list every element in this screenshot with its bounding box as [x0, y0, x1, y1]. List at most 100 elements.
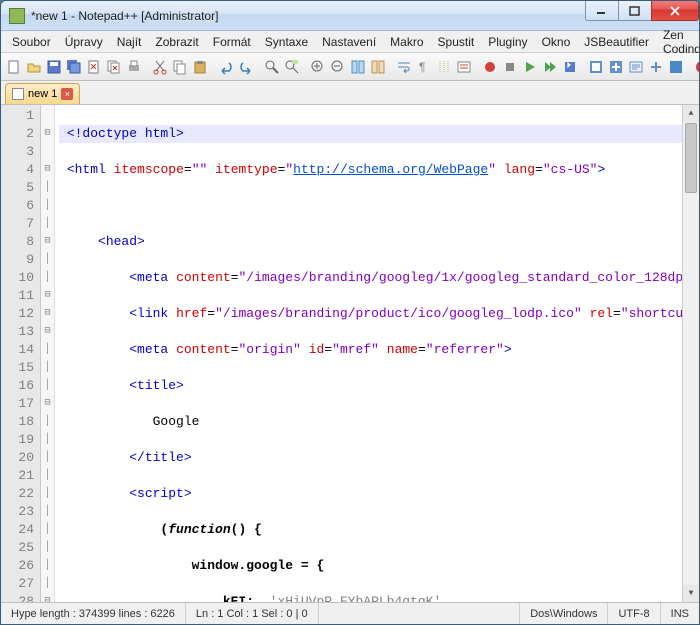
fold-gutter: ⊟ ⊟│││ ⊟││ ⊟ ⊟ ⊟│││ ⊟││││││││││ ⊟││: [41, 105, 55, 602]
lang-icon[interactable]: [455, 56, 473, 78]
tabbar: new 1 ×: [1, 81, 699, 105]
file-tab[interactable]: new 1 ×: [5, 83, 80, 104]
lineno: 16: [1, 377, 34, 395]
lineno: 15: [1, 359, 34, 377]
replace-icon[interactable]: [283, 56, 301, 78]
lineno: 4: [1, 161, 34, 179]
zoom-out-icon[interactable]: [329, 56, 347, 78]
close-button[interactable]: [651, 1, 699, 21]
save-all-icon[interactable]: [65, 56, 83, 78]
menu-pluginy[interactable]: Pluginy: [481, 33, 534, 51]
indent-guide-icon[interactable]: [435, 56, 453, 78]
lineno: 28: [1, 593, 34, 602]
close-all-icon[interactable]: [105, 56, 123, 78]
fold-box-icon[interactable]: ⊟: [41, 323, 54, 341]
paste-icon[interactable]: [191, 56, 209, 78]
close-file-icon[interactable]: [85, 56, 103, 78]
scrollbar-thumb[interactable]: [685, 123, 697, 193]
macro-save-icon[interactable]: [561, 56, 579, 78]
fold-box-icon[interactable]: ⊟: [41, 161, 54, 179]
new-file-icon[interactable]: [5, 56, 23, 78]
scroll-up-icon[interactable]: ▲: [683, 105, 699, 122]
menu-nastaveni[interactable]: Nastavení: [315, 33, 383, 51]
vertical-scrollbar[interactable]: ▲ ▼: [682, 105, 699, 602]
menu-soubor[interactable]: Soubor: [5, 33, 58, 51]
lineno: 14: [1, 341, 34, 359]
status-eol[interactable]: Dos\Windows: [520, 603, 608, 624]
line-number-gutter: 1 2 3 4 5 6 7 8 9 10 11 12 13 14 15 16 1…: [1, 105, 41, 602]
lineno: 22: [1, 485, 34, 503]
lineno: 9: [1, 251, 34, 269]
menu-format[interactable]: Formát: [206, 33, 258, 51]
fold-box-icon[interactable]: ⊟: [41, 125, 54, 143]
status-spacer: [319, 603, 521, 624]
fold-box-icon[interactable]: ⊟: [41, 287, 54, 305]
lineno: 19: [1, 431, 34, 449]
code-editor[interactable]: 1 2 3 4 5 6 7 8 9 10 11 12 13 14 15 16 1…: [1, 105, 699, 602]
menu-syntaxe[interactable]: Syntaxe: [258, 33, 315, 51]
fold-box-icon[interactable]: ⊟: [41, 395, 54, 413]
fold-box-icon[interactable]: ⊟: [41, 593, 54, 602]
scroll-down-icon[interactable]: ▼: [683, 585, 699, 602]
menu-upravy[interactable]: Úpravy: [58, 33, 110, 51]
menu-jsbeautifier[interactable]: JSBeautifier: [577, 33, 656, 51]
lineno: 25: [1, 539, 34, 557]
open-file-icon[interactable]: [25, 56, 43, 78]
lineno: 7: [1, 215, 34, 233]
status-length: Hype length : 374399 lines : 6226: [1, 603, 186, 624]
sync-v-icon[interactable]: [349, 56, 367, 78]
find-icon[interactable]: [263, 56, 281, 78]
status-mode[interactable]: INS: [661, 603, 699, 624]
svg-text:¶: ¶: [419, 60, 425, 74]
lineno: 21: [1, 467, 34, 485]
window-title: *new 1 - Notepad++ [Administrator]: [31, 9, 585, 23]
close-tab-icon[interactable]: ×: [61, 88, 73, 100]
status-position: Ln : 1 Col : 1 Sel : 0 | 0: [186, 603, 319, 624]
plugin2-icon[interactable]: [607, 56, 625, 78]
undo-icon[interactable]: [217, 56, 235, 78]
menu-makro[interactable]: Makro: [383, 33, 430, 51]
zoom-in-icon[interactable]: [309, 56, 327, 78]
plugin3-icon[interactable]: [627, 56, 645, 78]
fold-box-icon[interactable]: ⊟: [41, 305, 54, 323]
menu-zobrazit[interactable]: Zobrazit: [148, 33, 205, 51]
lineno: 18: [1, 413, 34, 431]
fold-box-icon[interactable]: ⊟: [41, 233, 54, 251]
lineno: 23: [1, 503, 34, 521]
menu-najit[interactable]: Najít: [110, 33, 149, 51]
lineno: 3: [1, 143, 34, 161]
macro-stop-icon[interactable]: [501, 56, 519, 78]
cut-icon[interactable]: [151, 56, 169, 78]
lineno: 5: [1, 179, 34, 197]
redo-icon[interactable]: [237, 56, 255, 78]
minimize-button[interactable]: [585, 1, 619, 21]
menu-spustit[interactable]: Spustit: [431, 33, 482, 51]
invisible-chars-icon[interactable]: ¶: [415, 56, 433, 78]
lineno: 26: [1, 557, 34, 575]
menu-okno[interactable]: Okno: [535, 33, 578, 51]
print-icon[interactable]: [125, 56, 143, 78]
lineno: 6: [1, 197, 34, 215]
maximize-button[interactable]: [618, 1, 652, 21]
macro-play-icon[interactable]: [521, 56, 539, 78]
lineno: 12: [1, 305, 34, 323]
code-area[interactable]: <!doctype html> <html itemscope="" itemt…: [55, 105, 699, 602]
statusbar: Hype length : 374399 lines : 6226 Ln : 1…: [1, 602, 699, 624]
sync-h-icon[interactable]: [369, 56, 387, 78]
macro-multi-icon[interactable]: [541, 56, 559, 78]
menubar: Soubor Úpravy Najít Zobrazit Formát Synt…: [1, 31, 699, 53]
titlebar[interactable]: *new 1 - Notepad++ [Administrator]: [1, 1, 699, 31]
wordwrap-icon[interactable]: [395, 56, 413, 78]
copy-icon[interactable]: [171, 56, 189, 78]
lineno: 2: [1, 125, 34, 143]
lineno: 17: [1, 395, 34, 413]
plugin5-icon[interactable]: [667, 56, 685, 78]
plugin1-icon[interactable]: [587, 56, 605, 78]
status-encoding[interactable]: UTF-8: [608, 603, 660, 624]
plugin6-icon[interactable]: [693, 56, 700, 78]
plugin4-icon[interactable]: [647, 56, 665, 78]
macro-rec-icon[interactable]: [481, 56, 499, 78]
lineno: 10: [1, 269, 34, 287]
save-icon[interactable]: [45, 56, 63, 78]
lineno: 27: [1, 575, 34, 593]
